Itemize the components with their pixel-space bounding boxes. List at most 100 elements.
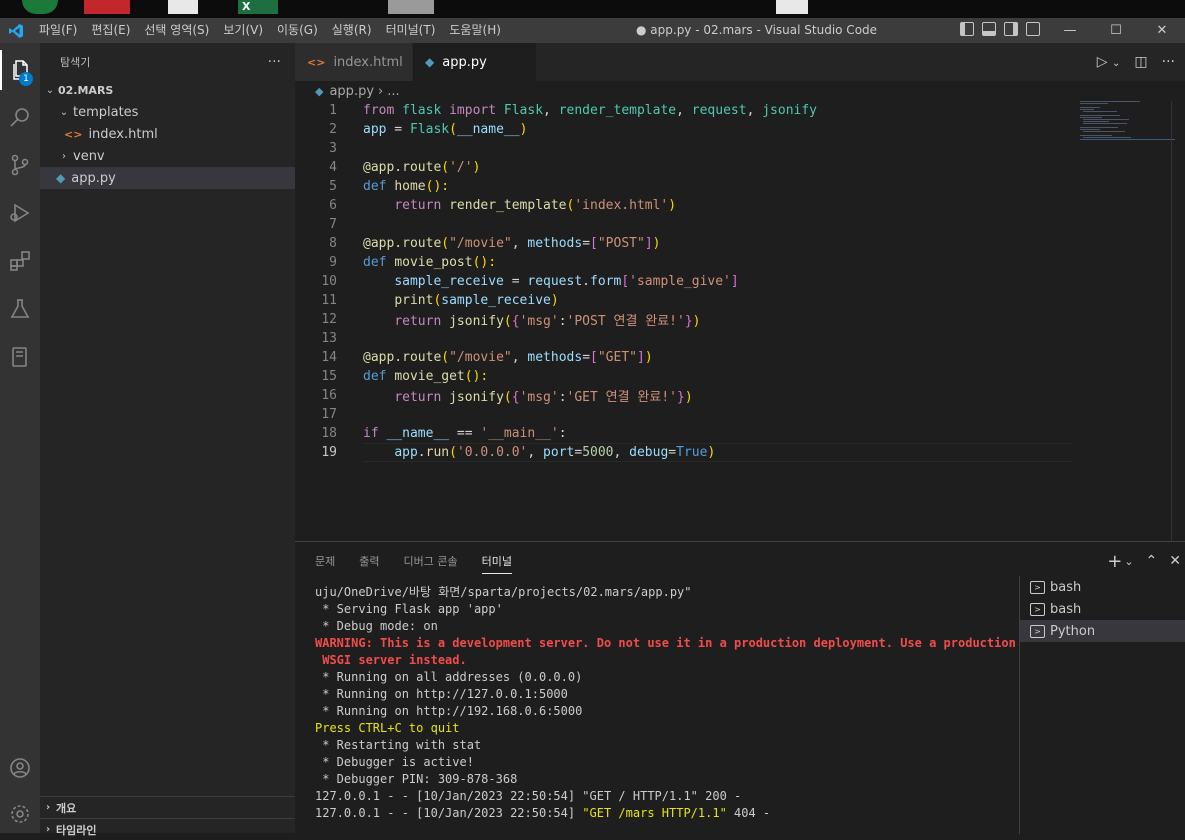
- code-line[interactable]: 1 from flask import Flask, render_templat…: [295, 101, 1075, 120]
- tab-index-html[interactable]: <> index.html: [295, 43, 413, 81]
- code-line[interactable]: 3: [295, 139, 1075, 158]
- line-number: 1: [329, 103, 337, 118]
- code-line[interactable]: 7: [295, 215, 1075, 234]
- code-text: app.run('0.0.0.0', port=5000, debug=True…: [394, 445, 716, 460]
- remote-explorer-icon: [12, 347, 27, 367]
- run-debug-activity[interactable]: [0, 193, 40, 233]
- explorer-activity[interactable]: 1: [0, 50, 40, 90]
- source-control-activity[interactable]: [0, 145, 40, 185]
- chevron-right-icon: ›: [45, 802, 51, 813]
- code-text: sample_receive = request.form['sample_gi…: [394, 274, 739, 289]
- tab-debug-console[interactable]: 디버그 콘솔: [404, 553, 458, 569]
- tree-item-app-py[interactable]: ◆ app.py: [40, 167, 295, 189]
- code-line[interactable]: 12 return jsonify({'msg':'POST 연결 완료!'}): [295, 310, 1075, 329]
- line-number: 9: [329, 255, 337, 270]
- code-line[interactable]: 8 @app.route("/movie", methods=["POST"]): [295, 234, 1075, 253]
- toggle-secondary-sidebar-icon[interactable]: [1004, 22, 1018, 36]
- testing-activity[interactable]: [0, 289, 40, 329]
- toggle-panel-icon[interactable]: [982, 22, 996, 36]
- code-line[interactable]: 17: [295, 405, 1075, 424]
- chevron-down-icon: ⌄: [59, 106, 69, 118]
- editor-tabs: <> index.html ◆ app.py ▷ ⌄ ◫ ···: [295, 43, 1185, 81]
- code-line[interactable]: 14 @app.route("/movie", methods=["GET"]): [295, 348, 1075, 367]
- editor-scrollbar[interactable]: [1171, 101, 1185, 541]
- menu-help[interactable]: 도움말(H): [442, 18, 508, 43]
- tree-item-index-html[interactable]: <> index.html: [40, 123, 295, 145]
- manage-activity[interactable]: [0, 794, 40, 834]
- terminal-line: * Debugger PIN: 309-878-368: [315, 772, 518, 786]
- menu-edit[interactable]: 편집(E): [84, 18, 137, 43]
- desktop-taskbar-strip: X: [0, 0, 1185, 18]
- code-line[interactable]: 2 app = Flask(__name__): [295, 120, 1075, 139]
- code-text: from flask import Flask, render_template…: [363, 103, 818, 118]
- code-line[interactable]: 15 def movie_get():: [295, 367, 1075, 386]
- code-line[interactable]: 19 app.run('0.0.0.0', port=5000, debug=T…: [295, 443, 1075, 462]
- toggle-sidebar-icon[interactable]: [960, 22, 974, 36]
- close-panel-button[interactable]: ✕: [1169, 553, 1181, 569]
- terminal-icon: >: [1030, 602, 1045, 616]
- tree-item-templates[interactable]: ⌄ templates: [40, 101, 295, 123]
- outline-section[interactable]: › 개요: [40, 796, 295, 818]
- code-line[interactable]: 18 if __name__ == '__main__':: [295, 424, 1075, 443]
- desktop-icon: [168, 0, 198, 14]
- code-line[interactable]: 6 return render_template('index.html'): [295, 196, 1075, 215]
- code-line[interactable]: 5 def home():: [295, 177, 1075, 196]
- code-line[interactable]: 11 print(sample_receive): [295, 291, 1075, 310]
- run-file-button[interactable]: ▷ ⌄: [1097, 54, 1121, 70]
- code-line[interactable]: 9 def movie_post():: [295, 253, 1075, 272]
- tree-item-label: app.py: [71, 170, 116, 186]
- tree-item-venv[interactable]: › venv: [40, 145, 295, 167]
- menu-file[interactable]: 파일(F): [32, 18, 84, 43]
- extensions-activity[interactable]: [0, 241, 40, 281]
- terminal-list-item[interactable]: > bash: [1020, 576, 1185, 598]
- maximize-button[interactable]: ☐: [1093, 23, 1139, 38]
- close-window-button[interactable]: ✕: [1139, 23, 1185, 38]
- code-line[interactable]: 13: [295, 329, 1075, 348]
- customize-layout-icon[interactable]: [1026, 22, 1040, 36]
- line-number: 12: [321, 312, 337, 327]
- tab-output[interactable]: 출력: [359, 553, 379, 569]
- more-actions-icon[interactable]: ···: [1162, 54, 1175, 70]
- explorer-more-button[interactable]: ···: [268, 54, 281, 70]
- terminal-dropdown-button[interactable]: ⌄: [1124, 555, 1133, 568]
- python-icon: ◆: [425, 55, 435, 69]
- terminal-line: * Debugger is active!: [315, 755, 474, 769]
- terminal-list-item[interactable]: > Python: [1020, 620, 1185, 642]
- code-editor[interactable]: 1 from flask import Flask, render_templat…: [295, 101, 1075, 462]
- menu-go[interactable]: 이동(G): [270, 18, 325, 43]
- terminal-list-item[interactable]: > bash: [1020, 598, 1185, 620]
- menu-terminal[interactable]: 터미널(T): [379, 18, 443, 43]
- code-line[interactable]: 10 sample_receive = request.form['sample…: [295, 272, 1075, 291]
- menu-selection[interactable]: 선택 영역(S): [137, 18, 216, 43]
- explorer-root-folder[interactable]: ⌄ 02.MARS: [40, 79, 295, 101]
- minimap[interactable]: [1080, 101, 1175, 141]
- menu-view[interactable]: 보기(V): [216, 18, 270, 43]
- run-debug-icon: [10, 203, 30, 223]
- tab-problems[interactable]: 문제: [315, 553, 335, 569]
- code-text: app = Flask(__name__): [363, 122, 528, 137]
- new-terminal-button[interactable]: +: [1107, 551, 1122, 572]
- accounts-activity[interactable]: [0, 748, 40, 788]
- line-number: 11: [321, 293, 337, 308]
- code-line[interactable]: 4 @app.route('/'): [295, 158, 1075, 177]
- tab-app-py[interactable]: ◆ app.py: [413, 43, 537, 81]
- maximize-panel-button[interactable]: ⌃: [1146, 553, 1158, 569]
- timeline-label: 타임라인: [56, 823, 97, 837]
- terminal-icon: >: [1030, 580, 1045, 594]
- terminal-output[interactable]: uju/OneDrive/바탕 화면/sparta/projects/02.ma…: [315, 584, 1016, 822]
- tab-terminal[interactable]: 터미널: [481, 553, 512, 574]
- terminal-line: Press CTRL+C to quit: [315, 721, 460, 735]
- remote-explorer-activity[interactable]: [0, 337, 40, 377]
- breadcrumb-file[interactable]: app.py: [329, 84, 374, 99]
- code-text: return jsonify({'msg':'POST 연결 완료!'}): [394, 314, 701, 329]
- menu-run[interactable]: 실행(R): [325, 18, 379, 43]
- line-number: 19: [321, 445, 337, 460]
- split-editor-icon[interactable]: ◫: [1134, 54, 1147, 70]
- panel-controls: + ⌄ ⌃ ✕: [1107, 542, 1181, 580]
- breadcrumb-more[interactable]: ...: [387, 84, 399, 99]
- code-line[interactable]: 16 return jsonify({'msg':'GET 연결 완료!'}): [295, 386, 1075, 405]
- search-activity[interactable]: [0, 97, 40, 137]
- minimize-button[interactable]: —: [1047, 23, 1093, 38]
- line-number: 6: [329, 198, 337, 213]
- timeline-section[interactable]: › 타임라인: [40, 818, 295, 840]
